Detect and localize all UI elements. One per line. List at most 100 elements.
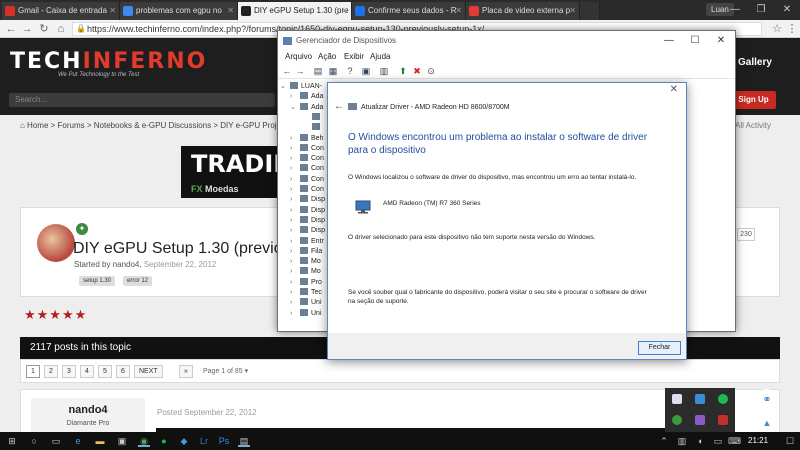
close-icon[interactable]: ✕ [708, 31, 734, 51]
tag-badge[interactable]: error 12 [123, 276, 153, 286]
tree-node[interactable]: › Disp [290, 205, 325, 216]
page-link[interactable]: 3 [62, 365, 76, 378]
search-input[interactable]: Search... [9, 93, 275, 107]
follow-count[interactable]: 230 [737, 228, 755, 241]
menu-arquivo[interactable]: Arquivo [285, 52, 312, 61]
close-icon[interactable]: ✕ [109, 2, 116, 20]
tree-node[interactable]: › Con [290, 154, 324, 164]
store-icon[interactable]: ▣ [116, 435, 128, 447]
app-icon[interactable] [672, 415, 682, 425]
task-view-icon[interactable]: ▭ [50, 435, 62, 447]
chevron-right-icon[interactable]: › [290, 216, 292, 226]
next-page-button[interactable]: NEXT [134, 365, 163, 378]
app-icon[interactable] [718, 415, 728, 425]
tree-node[interactable]: › Disp [290, 195, 325, 205]
update-driver-icon[interactable]: ⬆ [398, 66, 408, 76]
page-link[interactable]: 1 [26, 365, 40, 378]
chevron-right-icon[interactable]: › [290, 288, 292, 298]
tree-node[interactable]: › Tec [290, 288, 322, 298]
tree-node[interactable]: › Pro [290, 277, 322, 288]
menu-acao[interactable]: Ação [318, 52, 336, 61]
photoshop-icon[interactable]: Ps [218, 435, 230, 447]
tab-paypal[interactable]: Confirme seus dados - R ✕ [352, 2, 466, 20]
tree-node[interactable]: › Con [290, 185, 324, 195]
back-icon[interactable]: ← [282, 66, 292, 76]
forward-icon[interactable]: → [20, 22, 34, 36]
chevron-right-icon[interactable]: › [290, 257, 292, 267]
star-icon[interactable]: ☆ [770, 22, 784, 36]
avatar[interactable] [37, 224, 75, 262]
close-icon[interactable]: ✕ [227, 2, 234, 20]
tree-node[interactable]: › Con [290, 164, 324, 174]
tree-node[interactable] [312, 123, 323, 133]
page-link[interactable]: 2 [44, 365, 58, 378]
site-logo[interactable]: TECHINFERNO [10, 49, 207, 74]
tree-node[interactable]: › Disp [290, 226, 325, 236]
last-page-button[interactable]: » [179, 365, 193, 378]
maximize-icon[interactable]: ❐ [748, 0, 774, 20]
close-icon[interactable]: ✕ [455, 2, 462, 20]
chevron-right-icon[interactable]: › [290, 195, 292, 205]
tab-gmail[interactable]: Gmail - Caixa de entrada ✕ [2, 2, 120, 20]
signup-button[interactable]: Sign Up [731, 91, 776, 109]
tree-node[interactable]: › Ada [290, 92, 323, 102]
close-button[interactable]: Fechar [638, 341, 681, 355]
tree-node[interactable]: › Mo [290, 257, 321, 267]
home-icon[interactable]: ⌂ [54, 22, 68, 36]
chevron-down-icon[interactable]: ⌄ [290, 103, 296, 113]
close-icon[interactable]: ✕ [670, 84, 678, 95]
chevron-right-icon[interactable]: › [290, 185, 292, 195]
close-window-icon[interactable]: ✕ [774, 0, 800, 20]
ad-banner[interactable]: TRADING FX Moedas [181, 146, 313, 198]
back-icon[interactable]: ← [334, 101, 344, 112]
scan-icon[interactable]: ▥ [379, 66, 389, 76]
tag-badge[interactable]: setup 1.30 [79, 276, 116, 286]
uninstall-icon[interactable]: ✖ [412, 66, 422, 76]
clock[interactable]: 21:21 [748, 436, 768, 445]
maximize-icon[interactable]: ☐ [682, 31, 708, 51]
author-name[interactable]: nando4 [31, 404, 145, 416]
chevron-right-icon[interactable]: › [290, 267, 292, 277]
disable-icon[interactable]: ⊙ [426, 66, 436, 76]
new-tab-button[interactable] [580, 2, 600, 20]
spotify-icon[interactable] [718, 394, 728, 404]
chevron-right-icon[interactable]: › [290, 278, 292, 288]
close-icon[interactable]: ✕ [569, 2, 576, 20]
view-icon[interactable]: ▣ [361, 66, 371, 76]
app-icon[interactable]: ◆ [178, 435, 190, 447]
page-link[interactable]: 5 [98, 365, 112, 378]
menu-exibir[interactable]: Exibir [344, 52, 364, 61]
chrome-icon[interactable]: ◉ [138, 435, 150, 447]
menu-ajuda[interactable]: Ajuda [370, 52, 390, 61]
tree-node[interactable]: › Fila [290, 246, 322, 257]
tree-node[interactable]: › Beh [290, 133, 323, 144]
rating-stars[interactable]: ★★★★★ [24, 307, 87, 323]
chevron-right-icon[interactable]: › [290, 175, 292, 185]
breadcrumb[interactable]: ⌂ Home > Forums > Notebooks & e-GPU Disc… [20, 121, 287, 130]
menu-icon[interactable]: ⋮ [785, 22, 799, 36]
tree-node[interactable]: › Con [290, 174, 324, 185]
device-manager-taskbar-icon[interactable]: ▤ [238, 435, 250, 447]
scroll-top-icon[interactable]: ▲ [756, 415, 778, 431]
tab-youtube[interactable]: Placa de video externa p ✕ [466, 2, 580, 20]
tab-techinferno[interactable]: DIY eGPU Setup 1.30 (pre ✕ [238, 2, 352, 20]
properties-icon[interactable]: ▤ [313, 66, 323, 76]
chevron-right-icon[interactable]: › [290, 134, 292, 144]
lightroom-icon[interactable]: Lr [198, 435, 210, 447]
minimize-icon[interactable]: — [656, 31, 682, 51]
notifications-icon[interactable]: ☐ [784, 435, 796, 447]
chevron-right-icon[interactable]: › [290, 298, 292, 308]
page-link[interactable]: 6 [116, 365, 130, 378]
tree-node[interactable]: › Con [290, 143, 324, 154]
chevron-right-icon[interactable]: › [290, 144, 292, 154]
page-link[interactable]: 4 [80, 365, 94, 378]
spotify-icon[interactable]: ● [158, 435, 170, 447]
tree-node[interactable]: ⌄ LUAN- [280, 82, 322, 92]
network-icon[interactable]: ▥ [676, 435, 688, 447]
chevron-right-icon[interactable]: › [290, 206, 292, 216]
chevron-down-icon[interactable]: ⌄ [280, 82, 286, 92]
tree-node[interactable]: ⌄ Ada [290, 102, 323, 113]
forward-icon[interactable]: → [295, 66, 305, 76]
tree-node[interactable] [312, 112, 323, 123]
tree-node[interactable]: › Uni [290, 298, 322, 308]
